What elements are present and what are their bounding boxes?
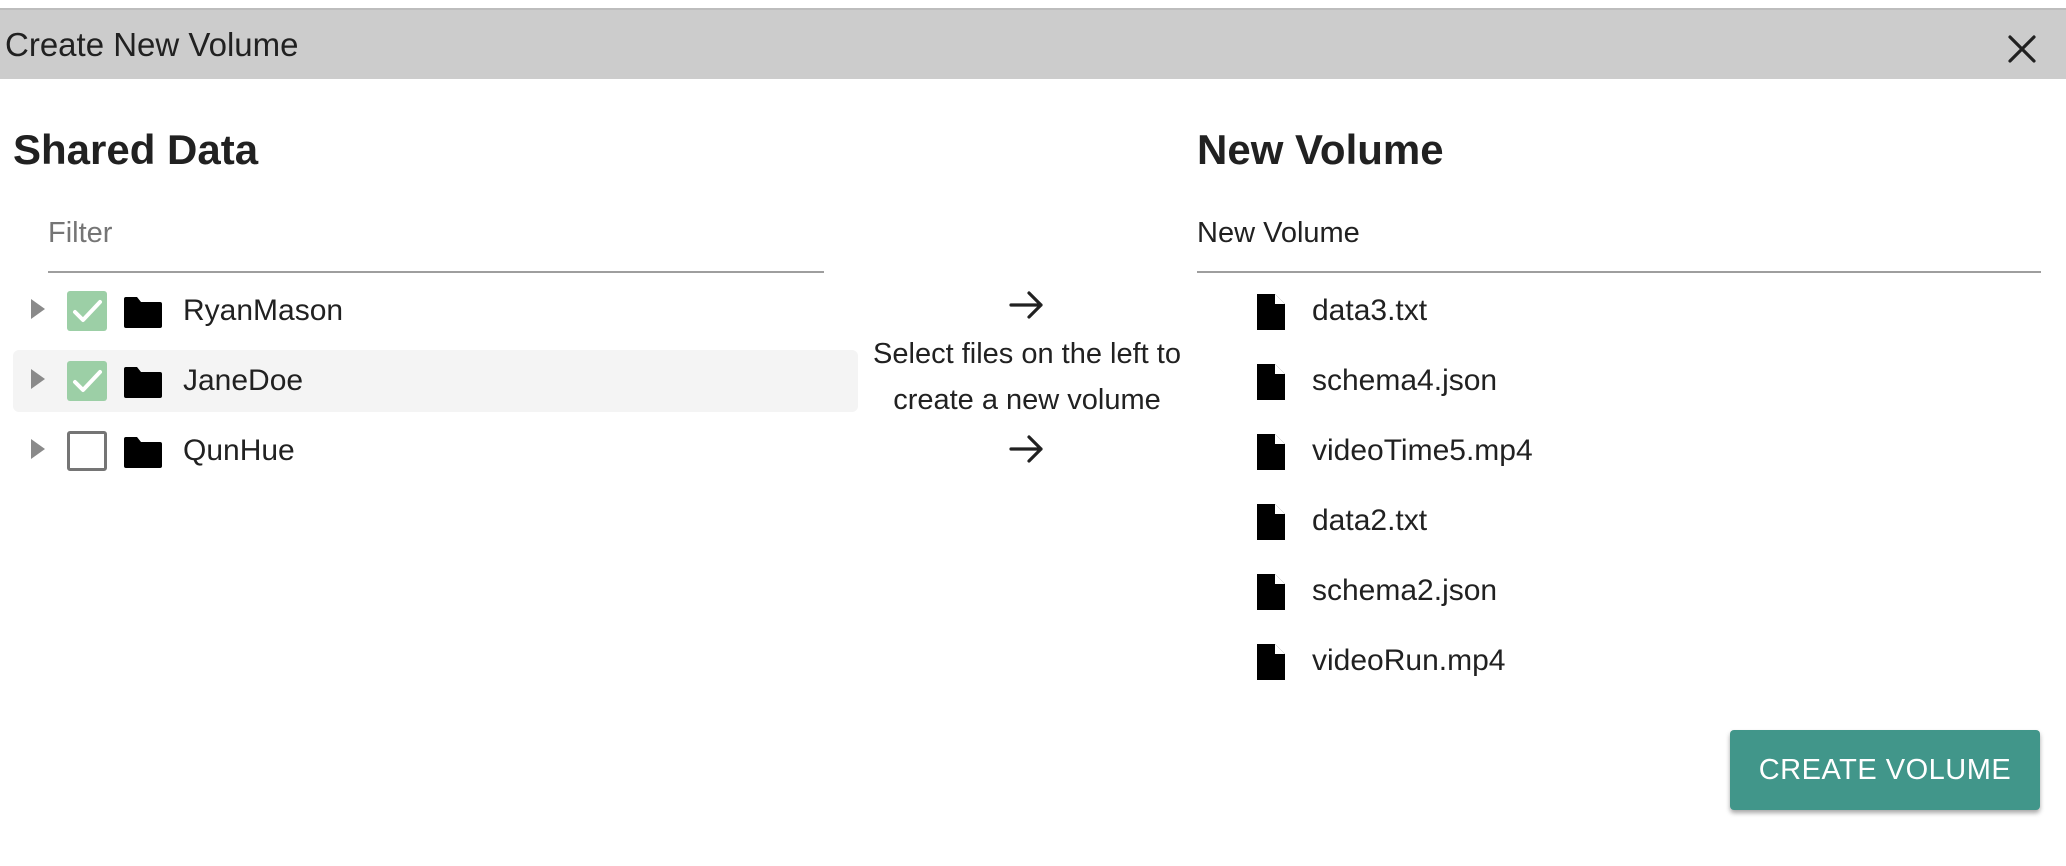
file-name: videoTime5.mp4 — [1312, 434, 1533, 467]
arrow-right-icon — [1009, 435, 1043, 463]
file-item: videoTime5.mp4 — [1255, 420, 2015, 482]
tree-item[interactable]: RyanMason — [13, 280, 858, 342]
new-volume-heading: New Volume — [1197, 126, 1444, 173]
shared-data-heading: Shared Data — [13, 126, 259, 173]
checkbox-unchecked[interactable] — [67, 431, 107, 471]
file-name: data2.txt — [1312, 504, 1428, 537]
expand-arrow-icon[interactable] — [31, 299, 45, 319]
folder-icon — [124, 297, 162, 328]
dialog-title-bar: Create New Volume — [0, 8, 2066, 79]
tree-item[interactable]: QunHue — [13, 420, 858, 482]
file-icon — [1257, 644, 1285, 680]
file-name: videoRun.mp4 — [1312, 644, 1506, 677]
expand-arrow-icon[interactable] — [31, 439, 45, 459]
file-icon — [1257, 434, 1285, 470]
volume-name-input[interactable] — [1197, 213, 2041, 253]
file-name: schema2.json — [1312, 574, 1498, 607]
close-button[interactable] — [2000, 27, 2044, 71]
file-item: data3.txt — [1255, 280, 2015, 342]
close-icon — [2008, 35, 2036, 63]
checkbox-checked[interactable] — [67, 361, 107, 401]
check-icon — [73, 300, 102, 322]
transfer-hint: Select files on the left to create a new… — [860, 285, 1194, 469]
file-item: schema4.json — [1255, 350, 2015, 412]
file-name: data3.txt — [1312, 294, 1428, 327]
file-icon — [1257, 504, 1285, 540]
dialog-title: Create New Volume — [5, 26, 299, 63]
file-item: schema2.json — [1255, 560, 2015, 622]
filter-input[interactable] — [48, 213, 824, 253]
transfer-hint-text: Select files on the left to create a new… — [873, 338, 1181, 416]
tree-item[interactable]: JaneDoe — [13, 350, 858, 412]
folder-icon — [124, 437, 162, 468]
filter-field[interactable] — [48, 205, 824, 273]
tree-item-label: QunHue — [183, 434, 295, 467]
expand-arrow-icon[interactable] — [31, 369, 45, 389]
tree-item-label: RyanMason — [183, 294, 344, 327]
file-item: data2.txt — [1255, 490, 2015, 552]
check-icon — [73, 370, 102, 392]
file-name: schema4.json — [1312, 364, 1498, 397]
create-volume-button[interactable]: CREATE VOLUME — [1730, 730, 2040, 810]
tree-item-label: JaneDoe — [183, 364, 304, 397]
file-icon — [1257, 364, 1285, 400]
volume-name-field[interactable] — [1197, 205, 2041, 273]
folder-icon — [124, 367, 162, 398]
checkbox-checked[interactable] — [67, 291, 107, 331]
file-item: videoRun.mp4 — [1255, 630, 2015, 692]
arrow-right-icon — [1009, 291, 1043, 319]
file-icon — [1257, 574, 1285, 610]
top-border — [0, 0, 2066, 8]
file-icon — [1257, 294, 1285, 330]
